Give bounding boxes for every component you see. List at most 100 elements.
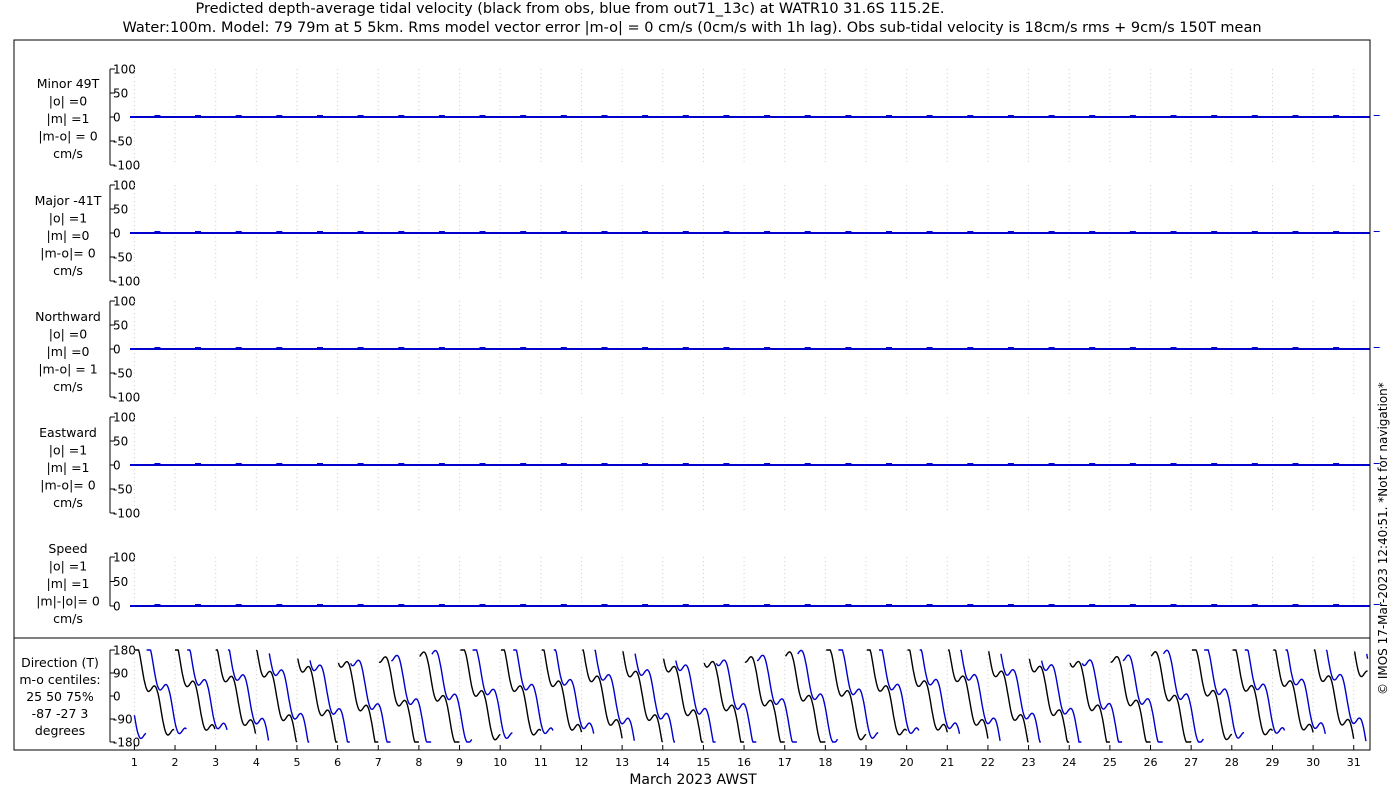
panel-speed-label-line: |o| =1 <box>49 559 87 574</box>
x-tick-label: 25 <box>1103 756 1117 769</box>
y-tick-label: -50 <box>113 367 133 381</box>
y-tick-label: 0 <box>113 459 121 473</box>
y-tick-label: 50 <box>113 203 128 217</box>
panel-northward-label-line: |m-o| = 1 <box>38 362 97 377</box>
x-tick-label: 15 <box>696 756 710 769</box>
x-tick-label: 20 <box>900 756 914 769</box>
panel-eastward: Eastward |o| =1 |m| =1 |m-o|= 0 cm/s 100 50 0 -5… <box>39 411 1380 521</box>
x-tick-label: 19 <box>859 756 873 769</box>
x-tick-label: 11 <box>534 756 548 769</box>
y-tick-label: -50 <box>113 483 133 497</box>
x-tick-label: 3 <box>212 756 219 769</box>
panel-direction-label-line: 25 50 75% <box>26 689 94 704</box>
y-tick-label: 50 <box>113 87 128 101</box>
y-tick-label: 100 <box>113 179 136 193</box>
y-tick-label: 100 <box>113 411 136 425</box>
y-tick-label: -100 <box>113 391 140 405</box>
x-tick-label: 31 <box>1347 756 1361 769</box>
panel-eastward-label-line: Eastward <box>39 425 97 440</box>
panel-northward-label-line: |m| =0 <box>47 344 90 359</box>
x-tick-label: 10 <box>493 756 507 769</box>
panel-eastward-label-line: |m| =1 <box>47 460 90 475</box>
x-tick-label: 26 <box>1144 756 1158 769</box>
x-axis-label: March 2023 AWST <box>629 772 757 788</box>
panel-direction-label-line: degrees <box>35 723 85 738</box>
panel-minor-label-line: |m-o| = 0 <box>38 129 97 144</box>
panel-major-label-line: Major -41T <box>35 193 102 208</box>
panel-speed-label-line: cm/s <box>53 611 83 626</box>
y-tick-label: -180 <box>113 736 140 750</box>
panel-direction-label-line: -87 -27 3 <box>32 706 89 721</box>
y-tick-label: 100 <box>113 63 136 77</box>
x-tick-label: 5 <box>293 756 300 769</box>
x-tick-label: 28 <box>1225 756 1239 769</box>
y-tick-label: 0 <box>113 111 121 125</box>
y-tick-label: -100 <box>113 275 140 289</box>
y-tick-label: 0 <box>113 600 121 614</box>
velocity-panels-frame <box>13 39 1371 639</box>
panel-major-label-line: |m| =0 <box>47 228 90 243</box>
panel-eastward-label-line: cm/s <box>53 495 83 510</box>
panel-direction-label-line: m-o centiles: <box>19 672 100 687</box>
x-tick-label: 2 <box>172 756 179 769</box>
x-tick-label: 6 <box>334 756 341 769</box>
panel-direction-label-line: Direction (T) <box>21 655 99 670</box>
direction-series-obs <box>134 649 1368 743</box>
x-tick-label: 12 <box>574 756 588 769</box>
panel-northward-label-line: cm/s <box>53 379 83 394</box>
panel-eastward-label-line: |o| =1 <box>49 443 87 458</box>
panel-major-label-line: |o| =1 <box>49 211 87 226</box>
panel-minor: Minor 49T |o| =0 |m| =1 |m-o| = 0 cm/s 100 50 0… <box>37 63 1380 173</box>
x-tick-label: 13 <box>615 756 629 769</box>
y-tick-label: 50 <box>113 319 128 333</box>
y-tick-label: 50 <box>113 575 128 589</box>
y-tick-label: 50 <box>113 435 128 449</box>
x-tick-label: 9 <box>456 756 463 769</box>
x-axis: 1 2 3 4 5 6 7 8 9 10 11 12 13 14 15 16 17 18 19 20 21 22 23 24 2… <box>131 745 1361 769</box>
x-tick-label: 4 <box>253 756 260 769</box>
panel-speed-label-line: |m|-|o|= 0 <box>36 594 100 609</box>
panel-speed: Speed |o| =1 |m| =1 |m|-|o|= 0 cm/s 100 50 0 <box>36 541 1380 626</box>
panel-eastward-label-line: |m-o|= 0 <box>40 478 95 493</box>
chart-title-line-2: Water:100m. Model: 79 79m at 5 5km. Rms … <box>122 20 1261 36</box>
y-tick-label: 0 <box>113 227 121 241</box>
y-tick-label: -100 <box>113 507 140 521</box>
panel-minor-label-line: Minor 49T <box>37 76 100 91</box>
panel-major-label-line: |m-o|= 0 <box>40 246 95 261</box>
y-tick-label: -50 <box>113 135 133 149</box>
panel-major-label-line: cm/s <box>53 263 83 278</box>
y-tick-label: 100 <box>113 295 136 309</box>
x-tick-label: 21 <box>940 756 954 769</box>
panel-minor-label-line: |m| =1 <box>47 111 90 126</box>
x-tick-label: 23 <box>1022 756 1036 769</box>
x-tick-label: 1 <box>131 756 138 769</box>
x-tick-label: 30 <box>1306 756 1320 769</box>
y-tick-label: 0 <box>113 690 121 704</box>
x-tick-label: 17 <box>778 756 792 769</box>
x-tick-label: 14 <box>656 756 670 769</box>
panel-speed-label-line: |m| =1 <box>47 576 90 591</box>
x-tick-label: 22 <box>981 756 995 769</box>
y-tick-label: 90 <box>113 667 128 681</box>
x-tick-label: 29 <box>1265 756 1279 769</box>
y-tick-label: -90 <box>113 713 133 727</box>
copyright-note: © IMOS 17-Mar-2023 12:40:51. *Not for na… <box>1376 382 1390 695</box>
y-tick-label: 100 <box>113 551 136 565</box>
y-tick-label: -50 <box>113 251 133 265</box>
x-tick-label: 24 <box>1062 756 1076 769</box>
x-tick-label: 8 <box>415 756 422 769</box>
velocity-panels: Minor 49T |o| =0 |m| =1 |m-o| = 0 cm/s 100 50 0… <box>35 63 1380 626</box>
direction-panel-frame <box>13 637 1371 751</box>
panel-minor-label-line: cm/s <box>53 146 83 161</box>
panel-northward-label-line: Northward <box>35 309 101 324</box>
x-tick-label: 27 <box>1184 756 1198 769</box>
panel-minor-label-line: |o| =0 <box>49 94 88 109</box>
y-tick-label: -100 <box>113 159 140 173</box>
chart-title-line-1: Predicted depth-average tidal velocity (… <box>195 1 944 17</box>
panel-speed-label-line: Speed <box>48 541 87 556</box>
panel-major: Major -41T |o| =1 |m| =0 |m-o|= 0 cm/s 100 50 0… <box>35 179 1380 289</box>
y-tick-label: 180 <box>113 644 136 658</box>
x-tick-label: 7 <box>375 756 382 769</box>
panel-northward: Northward |o| =0 |m| =0 |m-o| = 1 cm/s 100 50 0… <box>35 295 1380 405</box>
panel-northward-label-line: |o| =0 <box>49 327 88 342</box>
